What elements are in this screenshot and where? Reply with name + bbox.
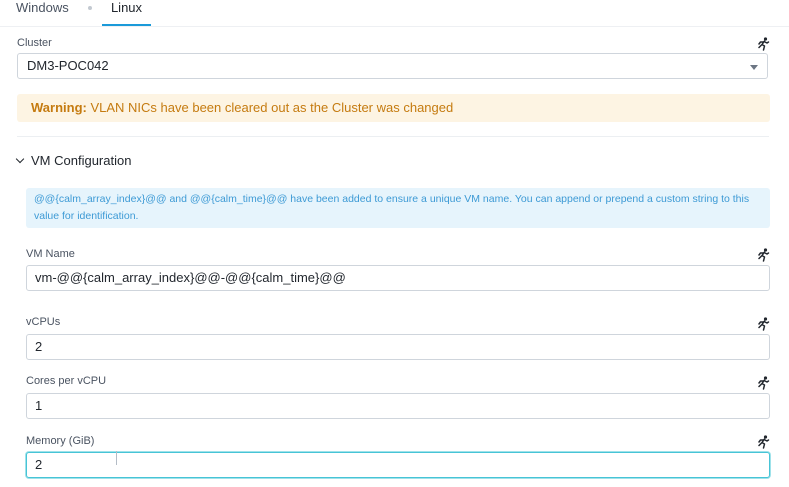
running-person-icon[interactable]	[756, 248, 770, 262]
running-person-icon[interactable]	[756, 435, 770, 449]
warning-banner: Warning: VLAN NICs have been cleared out…	[17, 94, 770, 122]
cores-per-vcpu-input[interactable]: 1	[26, 393, 770, 419]
running-person-icon[interactable]	[756, 317, 770, 331]
running-person-icon[interactable]	[756, 376, 770, 390]
warning-message: VLAN NICs have been cleared out as the C…	[90, 100, 454, 115]
cluster-select[interactable]: DM3-POC042	[17, 53, 768, 79]
vcpus-label: vCPUs	[26, 316, 61, 328]
vm-name-label: VM Name	[26, 248, 75, 260]
section-title: VM Configuration	[31, 153, 132, 168]
divider	[17, 136, 769, 137]
warning-prefix: Warning:	[31, 100, 87, 115]
chevron-down-icon	[15, 154, 25, 164]
text-cursor	[116, 451, 117, 465]
os-tabs: Windows Linux	[0, 0, 789, 27]
info-line-1: @@{calm_array_index}@@ and @@{calm_time}…	[34, 193, 750, 205]
info-banner: @@{calm_array_index}@@ and @@{calm_time}…	[26, 188, 770, 228]
cores-per-vcpu-label: Cores per vCPU	[26, 375, 107, 387]
cluster-select-value: DM3-POC042	[27, 58, 109, 73]
memory-input[interactable]: 2	[26, 452, 770, 478]
info-line-2: value for identification.	[34, 210, 139, 222]
running-person-icon[interactable]	[756, 37, 770, 51]
memory-label: Memory (GiB)	[26, 435, 95, 447]
chevron-down-icon	[750, 65, 758, 70]
cluster-label: Cluster	[17, 37, 52, 49]
vm-name-input[interactable]: vm-@@{calm_array_index}@@-@@{calm_time}@…	[26, 265, 770, 291]
tab-separator-dot	[88, 6, 92, 10]
vcpus-input[interactable]: 2	[26, 334, 770, 360]
tab-linux[interactable]: Linux	[102, 0, 151, 26]
tab-windows[interactable]: Windows	[16, 0, 69, 26]
